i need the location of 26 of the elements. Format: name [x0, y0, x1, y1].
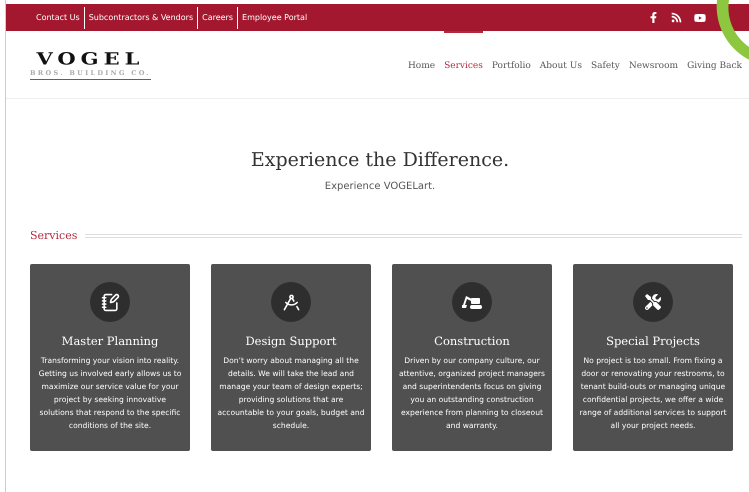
card-title: Construction: [434, 334, 510, 348]
rss-icon[interactable]: [671, 12, 682, 22]
top-link[interactable]: Subcontractors & Vendors: [84, 6, 198, 28]
top-link[interactable]: Careers: [197, 6, 238, 28]
nav-link[interactable]: Safety: [590, 31, 620, 98]
nav-link[interactable]: About Us: [540, 31, 582, 98]
logo-name: VOGEL: [36, 51, 144, 67]
nav-link[interactable]: Home: [408, 31, 436, 98]
excavator-icon: [461, 293, 483, 311]
card-title: Special Projects: [606, 334, 700, 348]
plan-pencil-icon: [100, 292, 120, 312]
top-link[interactable]: Contact Us: [32, 6, 84, 28]
nav-link[interactable]: Portfolio: [492, 31, 531, 98]
top-link[interactable]: Employee Portal: [237, 6, 312, 28]
youtube-icon[interactable]: [694, 12, 706, 24]
hero-subtitle: Experience VOGELart.: [324, 181, 436, 192]
section-title: Services: [30, 229, 78, 242]
facebook-icon[interactable]: [648, 12, 659, 22]
compass-icon: [282, 292, 300, 312]
card-title: Design Support: [245, 334, 337, 348]
nav-link[interactable]: Giving Back: [687, 31, 742, 98]
nav-link[interactable]: Services: [444, 31, 483, 98]
tools-icon: [645, 294, 661, 310]
hero-title: Experience the Difference.: [250, 149, 510, 171]
nav-link[interactable]: Newsroom: [628, 31, 678, 98]
card-title: Master Planning: [62, 334, 158, 348]
